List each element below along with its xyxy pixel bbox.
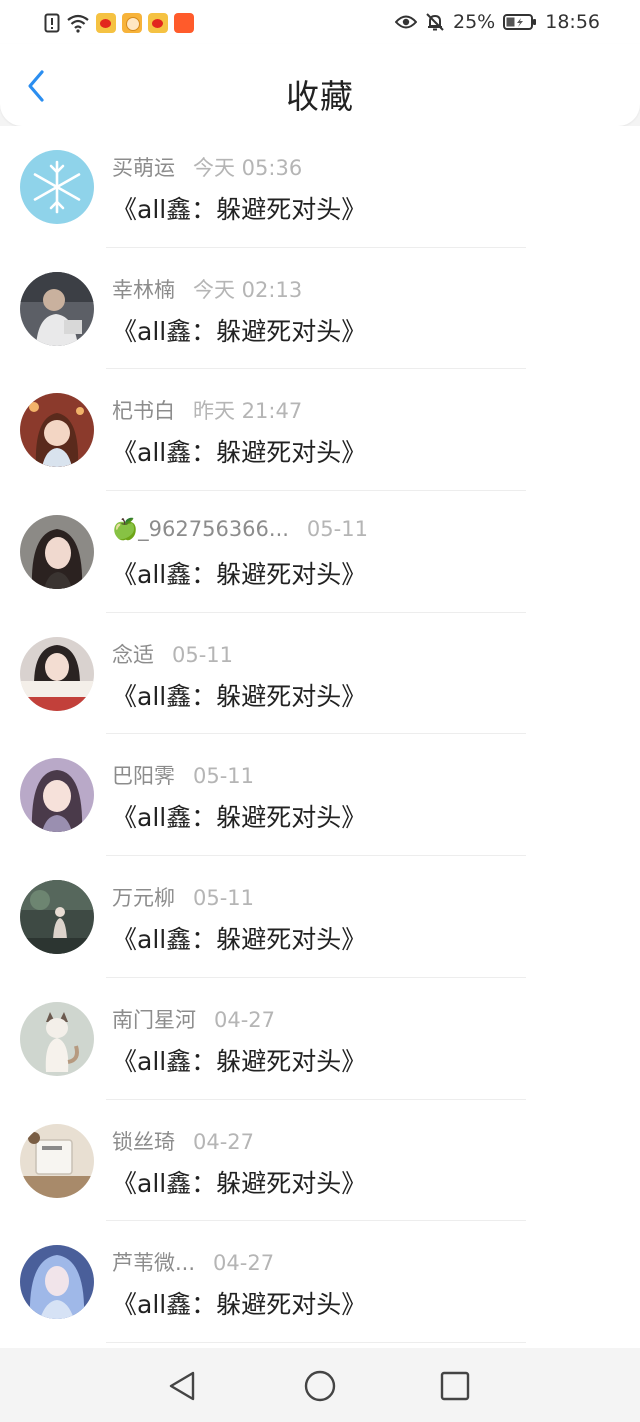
avatar[interactable] xyxy=(20,1245,94,1320)
timestamp: 05-11 xyxy=(193,764,255,789)
battery-icon xyxy=(503,14,537,30)
item-meta: 幸林楠 今天 02:13 xyxy=(112,274,302,304)
wifi-icon xyxy=(67,14,89,33)
list-item[interactable]: 买萌运 今天 05:36 《all鑫：躲避死对头》 xyxy=(0,126,640,248)
girl-portrait-avatar-image xyxy=(20,758,94,833)
novel-title[interactable]: 《all鑫：躲避死对头》 xyxy=(112,1285,366,1321)
novel-title[interactable]: 《all鑫：躲避死对头》 xyxy=(112,920,366,956)
user-name[interactable]: 芦苇微... xyxy=(112,1247,195,1277)
system-status: 25% 18:56 xyxy=(395,10,600,34)
novel-title[interactable]: 《all鑫：躲避死对头》 xyxy=(112,433,366,469)
novel-title[interactable]: 《all鑫：躲避死对头》 xyxy=(112,798,366,834)
system-navigation-bar xyxy=(0,1348,640,1422)
novel-title[interactable]: 《all鑫：躲避死对头》 xyxy=(112,555,366,591)
alert-icon xyxy=(44,13,60,33)
user-name[interactable]: 🍏_962756366... xyxy=(112,517,289,542)
avatar[interactable] xyxy=(20,150,94,224)
avatar[interactable] xyxy=(20,758,94,833)
user-name[interactable]: 杞书白 xyxy=(112,395,175,425)
avatar[interactable] xyxy=(20,636,94,711)
list-item[interactable]: 万元柳 05-11 《all鑫：躲避死对头》 xyxy=(0,856,640,978)
user-photo-avatar-image xyxy=(20,271,94,346)
eye-icon xyxy=(395,15,417,29)
girl-with-sign-avatar-image xyxy=(20,636,94,711)
avatar[interactable] xyxy=(20,393,94,468)
timestamp: 今天 05:36 xyxy=(193,156,303,180)
user-name[interactable]: 南门星河 xyxy=(112,1004,196,1034)
divider xyxy=(106,1341,526,1343)
snowflake-avatar-image xyxy=(20,150,94,224)
novel-title[interactable]: 《all鑫：躲避死对头》 xyxy=(112,190,366,226)
item-meta: 南门星河 04-27 xyxy=(112,1004,275,1034)
item-meta: 🍏_962756366... 05-11 xyxy=(112,517,368,542)
novel-title[interactable]: 《all鑫：躲避死对头》 xyxy=(112,312,366,348)
list-item[interactable]: 锁丝琦 04-27 《all鑫：躲避死对头》 xyxy=(0,1100,640,1222)
novel-title[interactable]: 《all鑫：躲避死对头》 xyxy=(112,1164,366,1200)
list-item[interactable]: 🍏_962756366... 05-11 《all鑫：躲避死对头》 xyxy=(0,491,640,613)
timestamp: 04-27 xyxy=(193,1129,255,1154)
timestamp: 昨天 21:47 xyxy=(193,399,303,424)
weibo-app-icon xyxy=(96,13,116,33)
battery-percent: 25% xyxy=(453,11,496,33)
cat-avatar-image xyxy=(20,1001,94,1076)
timestamp: 今天 02:13 xyxy=(193,277,303,302)
header-bar: 收藏 xyxy=(0,44,640,126)
status-bar: 25% 18:56 xyxy=(0,0,640,44)
user-name[interactable]: 买萌运 xyxy=(112,152,175,182)
garden-scene-avatar-image xyxy=(20,880,94,955)
timestamp: 05-11 xyxy=(306,517,368,542)
item-meta: 念适 05-11 xyxy=(112,639,233,669)
avatar[interactable] xyxy=(20,515,94,590)
novel-title[interactable]: 《all鑫：躲避死对头》 xyxy=(112,677,366,713)
page-title: 收藏 xyxy=(286,77,354,116)
avatar[interactable] xyxy=(20,271,94,346)
timestamp: 04-27 xyxy=(213,1251,275,1276)
weibo-app-icon xyxy=(148,13,168,33)
favorites-list: 买萌运 今天 05:36 《all鑫：躲避死对头》 幸林楠 今天 02:13 《… xyxy=(0,126,640,1348)
nav-recents-button[interactable] xyxy=(435,1366,475,1406)
timestamp: 05-11 xyxy=(193,886,255,911)
package-photo-avatar-image xyxy=(20,1123,94,1198)
fantasy-girl-avatar-image xyxy=(20,1245,94,1320)
avatar[interactable] xyxy=(20,1001,94,1076)
user-name[interactable]: 巴阳霁 xyxy=(112,760,175,790)
shop-app-icon xyxy=(174,13,194,33)
list-item[interactable]: 杞书白 昨天 21:47 《all鑫：躲避死对头》 xyxy=(0,369,640,492)
list-item[interactable]: 幸林楠 今天 02:13 《all鑫：躲避死对头》 xyxy=(0,248,640,370)
woman-portrait-avatar-image xyxy=(20,515,94,590)
anime-girl-avatar-image xyxy=(20,393,94,468)
timestamp: 04-27 xyxy=(214,1007,276,1032)
face-app-icon xyxy=(122,13,142,33)
novel-title[interactable]: 《all鑫：躲避死对头》 xyxy=(112,1042,366,1078)
item-meta: 芦苇微... 04-27 xyxy=(112,1247,274,1277)
user-name[interactable]: 念适 xyxy=(112,639,154,669)
avatar[interactable] xyxy=(20,880,94,955)
list-item[interactable]: 南门星河 04-27 《all鑫：躲避死对头》 xyxy=(0,978,640,1100)
list-item[interactable]: 芦苇微... 04-27 《all鑫：躲避死对头》 xyxy=(0,1221,640,1343)
bell-off-icon xyxy=(426,13,444,31)
notification-icons xyxy=(44,12,194,34)
item-meta: 锁丝琦 04-27 xyxy=(112,1126,254,1156)
triangle-back-icon xyxy=(169,1371,195,1401)
nav-back-button[interactable] xyxy=(162,1366,202,1406)
item-meta: 巴阳霁 05-11 xyxy=(112,760,254,790)
list-item[interactable]: 念适 05-11 《all鑫：躲避死对头》 xyxy=(0,613,640,735)
square-recents-icon xyxy=(440,1371,470,1401)
item-meta: 万元柳 05-11 xyxy=(112,882,254,912)
user-name[interactable]: 锁丝琦 xyxy=(112,1126,175,1156)
user-name[interactable]: 幸林楠 xyxy=(112,274,175,304)
item-meta: 杞书白 昨天 21:47 xyxy=(112,395,302,425)
avatar[interactable] xyxy=(20,1123,94,1198)
clock-time: 18:56 xyxy=(545,11,600,33)
timestamp: 05-11 xyxy=(172,642,234,667)
nav-home-button[interactable] xyxy=(300,1366,340,1406)
circle-home-icon xyxy=(304,1370,336,1402)
item-meta: 买萌运 今天 05:36 xyxy=(112,152,302,182)
user-name[interactable]: 万元柳 xyxy=(112,882,175,912)
list-item[interactable]: 巴阳霁 05-11 《all鑫：躲避死对头》 xyxy=(0,734,640,857)
